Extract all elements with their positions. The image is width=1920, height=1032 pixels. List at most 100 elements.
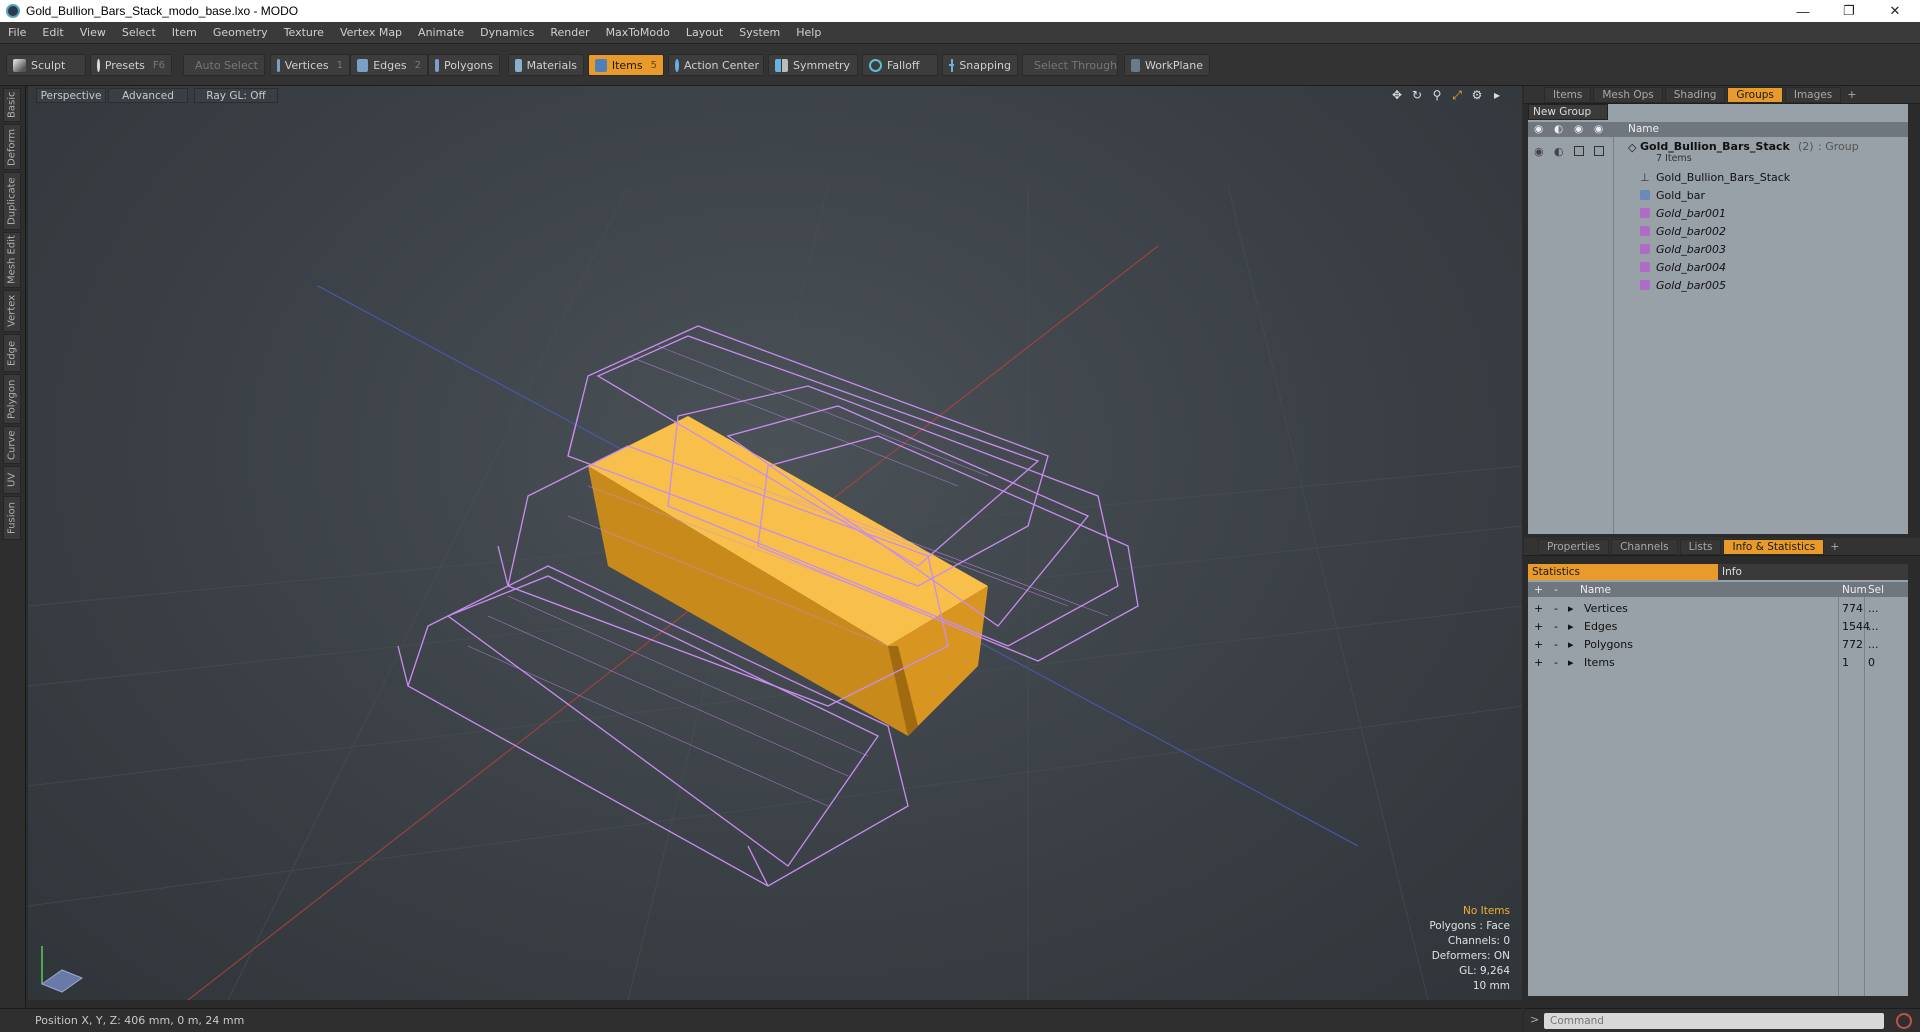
fit-view-icon[interactable]: ⤢ <box>1450 88 1464 102</box>
snapping-button[interactable]: Snapping <box>942 54 1018 76</box>
menu-texture[interactable]: Texture <box>276 26 332 39</box>
tree-item-gold-bar003[interactable]: Gold_bar003 <box>1528 240 1908 258</box>
tab-groups[interactable]: Groups <box>1727 86 1783 103</box>
move-view-icon[interactable]: ✥ <box>1390 88 1404 102</box>
subtab-statistics[interactable]: Statistics <box>1528 564 1718 580</box>
expand-arrow-icon[interactable]: ▸ <box>1568 656 1574 669</box>
add-tab-icon[interactable]: + <box>1847 88 1856 101</box>
group-select-checkbox[interactable] <box>1594 146 1604 156</box>
viewport-settings-icon[interactable]: ⚙ <box>1470 88 1484 102</box>
auto-select-button[interactable]: Auto Select <box>183 54 265 76</box>
tab-uv[interactable]: UV <box>3 466 21 494</box>
menu-file[interactable]: File <box>0 26 34 39</box>
tab-mesh-edit[interactable]: Mesh Edit <box>3 232 21 288</box>
tab-duplicate[interactable]: Duplicate <box>3 172 21 230</box>
group-lock-checkbox[interactable] <box>1574 146 1584 156</box>
polygons-button[interactable]: Polygons <box>428 54 500 76</box>
tab-info-statistics[interactable]: Info & Statistics <box>1723 538 1825 555</box>
tab-fusion[interactable]: Fusion <box>3 496 21 540</box>
add-icon[interactable]: + <box>1534 638 1543 651</box>
tab-mesh-ops[interactable]: Mesh Ops <box>1593 86 1663 103</box>
view-mode-dropdown[interactable]: Perspective <box>36 88 106 103</box>
expand-arrow-icon[interactable]: ▸ <box>1568 620 1574 633</box>
collapse-all-icon[interactable]: - <box>1554 584 1558 596</box>
stat-row-polygons[interactable]: + - ▸ Polygons 772 ... <box>1528 636 1908 654</box>
menu-item[interactable]: Item <box>164 26 205 39</box>
menu-vertex-map[interactable]: Vertex Map <box>332 26 410 39</box>
tab-edge[interactable]: Edge <box>3 334 21 372</box>
remove-icon[interactable]: - <box>1554 638 1558 651</box>
command-input[interactable]: Command <box>1544 1013 1884 1029</box>
tab-shading[interactable]: Shading <box>1664 86 1726 103</box>
menu-maxtomodo[interactable]: MaxToModo <box>598 26 678 39</box>
expand-arrow-icon[interactable]: ▸ <box>1568 602 1574 615</box>
add-icon[interactable]: + <box>1534 656 1543 669</box>
menu-dynamics[interactable]: Dynamics <box>472 26 542 39</box>
menu-view[interactable]: View <box>72 26 114 39</box>
select-through-button[interactable]: Select Through <box>1022 54 1118 76</box>
group-row[interactable]: ◉ ◐ ◇ Gold_Bullion_Bars_Stack (2) : Grou… <box>1528 138 1908 164</box>
tab-items[interactable]: Items <box>1544 86 1592 103</box>
menu-system[interactable]: System <box>731 26 788 39</box>
3d-viewport[interactable]: Perspective Advanced Ray GL: Off ✥ ↻ ⚲ ⤢… <box>28 86 1522 1000</box>
tab-vertex[interactable]: Vertex <box>3 290 21 332</box>
new-group-button[interactable]: New Group <box>1528 104 1608 120</box>
tab-deform[interactable]: Deform <box>3 124 21 170</box>
tree-item-gold-bar001[interactable]: Gold_bar001 <box>1528 204 1908 222</box>
command-prompt-icon: > <box>1530 1013 1540 1026</box>
record-icon[interactable] <box>1896 1013 1912 1029</box>
tab-lists[interactable]: Lists <box>1679 538 1722 555</box>
expand-arrow-icon[interactable]: ▸ <box>1568 638 1574 651</box>
menu-edit[interactable]: Edit <box>34 26 71 39</box>
rotate-view-icon[interactable]: ↻ <box>1410 88 1424 102</box>
remove-icon[interactable]: - <box>1554 602 1558 615</box>
viewport-menu-arrow-icon[interactable]: ▸ <box>1490 88 1504 102</box>
menu-render[interactable]: Render <box>542 26 597 39</box>
tab-images[interactable]: Images <box>1784 86 1842 103</box>
tree-item-locator[interactable]: ⊥ Gold_Bullion_Bars_Stack <box>1528 168 1908 186</box>
tab-channels[interactable]: Channels <box>1611 538 1678 555</box>
tree-item-gold-bar002[interactable]: Gold_bar002 <box>1528 222 1908 240</box>
stat-row-edges[interactable]: + - ▸ Edges 1544 ... <box>1528 618 1908 636</box>
remove-icon[interactable]: - <box>1554 656 1558 669</box>
stat-num: 772 <box>1842 638 1863 651</box>
tab-curve[interactable]: Curve <box>3 426 21 464</box>
action-center-button[interactable]: Action Center <box>668 54 764 76</box>
remove-icon[interactable]: - <box>1554 620 1558 633</box>
stat-row-vertices[interactable]: + - ▸ Vertices 774 ... <box>1528 600 1908 618</box>
stat-row-items[interactable]: + - ▸ Items 1 0 <box>1528 654 1908 672</box>
menu-select[interactable]: Select <box>114 26 164 39</box>
tree-item-gold-bar[interactable]: Gold_bar <box>1528 186 1908 204</box>
group-render-icon[interactable]: ◐ <box>1554 145 1564 158</box>
tab-properties[interactable]: Properties <box>1538 538 1610 555</box>
items-button[interactable]: Items 5 <box>588 54 664 76</box>
expand-all-icon[interactable]: + <box>1534 584 1543 596</box>
add-tab-icon[interactable]: + <box>1830 540 1839 553</box>
group-visibility-eye-icon[interactable]: ◉ <box>1534 145 1544 158</box>
tab-basic[interactable]: Basic <box>3 88 21 122</box>
tree-item-gold-bar004[interactable]: Gold_bar004 <box>1528 258 1908 276</box>
shading-mode-dropdown[interactable]: Advanced <box>108 88 188 103</box>
menu-geometry[interactable]: Geometry <box>205 26 276 39</box>
menu-help[interactable]: Help <box>788 26 829 39</box>
workplane-button[interactable]: WorkPlane <box>1124 54 1210 76</box>
zoom-view-icon[interactable]: ⚲ <box>1430 88 1444 102</box>
menu-layout[interactable]: Layout <box>678 26 731 39</box>
symmetry-button[interactable]: Symmetry <box>768 54 858 76</box>
edges-button[interactable]: Edges 2 <box>350 54 428 76</box>
raygl-toggle[interactable]: Ray GL: Off <box>194 88 278 103</box>
add-icon[interactable]: + <box>1534 620 1543 633</box>
materials-button[interactable]: Materials <box>508 54 584 76</box>
tree-item-gold-bar005[interactable]: Gold_bar005 <box>1528 276 1908 294</box>
close-button[interactable]: ✕ <box>1872 0 1918 22</box>
falloff-button[interactable]: Falloff <box>862 54 938 76</box>
vertices-button[interactable]: Vertices 1 <box>270 54 350 76</box>
menu-animate[interactable]: Animate <box>410 26 472 39</box>
minimize-button[interactable]: — <box>1780 0 1826 22</box>
presets-button[interactable]: Presets F6 <box>90 54 172 76</box>
maximize-button[interactable]: ❐ <box>1826 0 1872 22</box>
sculpt-button[interactable]: Sculpt <box>6 54 86 76</box>
tab-polygon[interactable]: Polygon <box>3 374 21 424</box>
add-icon[interactable]: + <box>1534 602 1543 615</box>
subtab-info[interactable]: Info <box>1718 564 1908 580</box>
